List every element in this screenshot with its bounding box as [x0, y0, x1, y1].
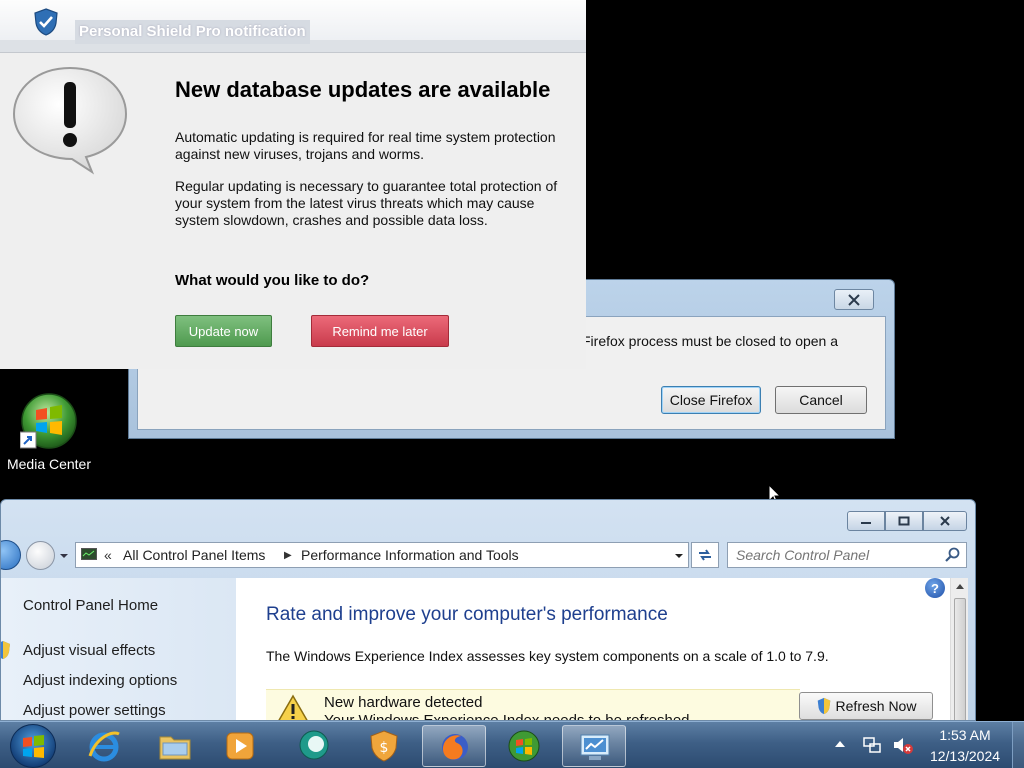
- breadcrumb-item[interactable]: All Control Panel Items: [123, 547, 265, 563]
- minimize-icon: [861, 522, 871, 524]
- chevron-down-icon[interactable]: [59, 552, 69, 560]
- taskbar-item-control-panel[interactable]: [562, 725, 626, 767]
- exclamation-bubble-icon: [12, 66, 128, 175]
- taskbar-item-media-player[interactable]: [208, 725, 272, 767]
- help-icon[interactable]: ?: [925, 578, 945, 598]
- breadcrumb-overflow[interactable]: «: [104, 547, 112, 563]
- show-desktop-button[interactable]: [1012, 722, 1024, 768]
- windows-logo-icon: [508, 730, 540, 762]
- shield-icon: $: [370, 730, 398, 762]
- windows-logo-icon: [23, 735, 44, 758]
- refresh-button[interactable]: [691, 542, 719, 568]
- internet-explorer-icon: [88, 731, 120, 762]
- forward-button[interactable]: [26, 541, 55, 570]
- taskbar: $ 1:53 AM 12/13/2024: [0, 721, 1024, 768]
- chat-bubble-icon: [299, 730, 329, 760]
- breadcrumb-item[interactable]: Performance Information and Tools: [301, 547, 519, 563]
- warning-icon: [278, 694, 308, 720]
- close-icon: [940, 516, 950, 526]
- content-pane: ? Rate and improve your computer's perfo…: [236, 578, 968, 721]
- uac-shield-icon: [1, 641, 10, 659]
- uac-shield-icon: [817, 697, 830, 715]
- popup-heading: New database updates are available: [175, 77, 551, 102]
- taskbar-item-file-explorer[interactable]: [143, 725, 207, 767]
- sidebar-item-control-panel-home[interactable]: Control Panel Home: [23, 597, 158, 614]
- taskbar-item-internet-explorer[interactable]: [72, 725, 136, 767]
- refresh-now-label: Refresh Now: [835, 698, 917, 714]
- page-description: The Windows Experience Index assesses ke…: [266, 648, 829, 664]
- search-icon[interactable]: [945, 547, 961, 563]
- popup-title: Personal Shield Pro notification: [75, 20, 310, 44]
- restore-icon: [898, 516, 910, 526]
- search-box[interactable]: [727, 542, 967, 568]
- sidebar-item-adjust-power-settings[interactable]: Adjust power settings: [23, 702, 166, 719]
- remind-me-later-button[interactable]: Remind me later: [311, 315, 449, 347]
- update-now-button[interactable]: Update now: [175, 315, 272, 347]
- notice-title: New hardware detected: [324, 694, 483, 711]
- firefox-icon: [442, 734, 468, 760]
- window-close-button[interactable]: [923, 511, 967, 531]
- show-hidden-icons-icon[interactable]: [834, 739, 846, 749]
- file-explorer-icon: [159, 736, 191, 760]
- minimize-button[interactable]: [847, 511, 885, 531]
- notice-subtitle: Your Windows Experience Index needs to b…: [324, 712, 690, 721]
- desktop-icon-media-center[interactable]: Media Center: [0, 390, 98, 476]
- performance-monitor-icon: [580, 734, 610, 760]
- close-firefox-button[interactable]: Close Firefox: [661, 386, 761, 414]
- hardware-notice: New hardware detected Your Windows Exper…: [266, 689, 800, 721]
- popup-paragraph: Regular updating is necessary to guarant…: [175, 178, 558, 228]
- taskbar-item-chat[interactable]: [282, 725, 346, 767]
- svg-text:$: $: [380, 740, 389, 756]
- desktop-icon-label: Media Center: [6, 456, 92, 472]
- chevron-down-icon[interactable]: [674, 552, 684, 560]
- start-button[interactable]: [10, 724, 56, 768]
- av-notification-popup: Personal Shield Pro notification New dat…: [0, 0, 586, 369]
- cancel-button[interactable]: Cancel: [775, 386, 867, 414]
- network-icon[interactable]: [862, 735, 882, 755]
- close-icon: [848, 293, 860, 306]
- page-title: Rate and improve your computer's perform…: [266, 604, 668, 625]
- back-button[interactable]: [1, 540, 21, 570]
- popup-question: What would you like to do?: [175, 272, 370, 289]
- taskbar-item-security[interactable]: $: [352, 725, 416, 767]
- scroll-up-icon[interactable]: [956, 583, 964, 589]
- breadcrumb-separator-icon[interactable]: ▶: [284, 550, 292, 561]
- dialog-message: Firefox process must be closed to open a: [582, 333, 839, 349]
- sidebar: Control Panel Home Adjust visual effects…: [1, 578, 236, 720]
- search-input[interactable]: [728, 543, 938, 567]
- control-panel-window: « All Control Panel Items ▶ Performance …: [0, 499, 976, 721]
- popup-titlebar: Personal Shield Pro notification: [0, 0, 586, 53]
- windows-media-center-icon: [20, 393, 77, 449]
- taskbar-item-media-center[interactable]: [492, 725, 556, 767]
- popup-paragraph: Automatic updating is required for real …: [175, 129, 556, 162]
- clock-date[interactable]: 12/13/2024: [922, 748, 1008, 764]
- refresh-icon: [699, 549, 711, 561]
- media-player-icon: [226, 732, 254, 760]
- refresh-now-button[interactable]: Refresh Now: [799, 692, 933, 720]
- clock-time[interactable]: 1:53 AM: [930, 727, 1000, 743]
- dialog-close-button[interactable]: [834, 289, 874, 310]
- address-bar[interactable]: « All Control Panel Items ▶ Performance …: [75, 542, 689, 568]
- sidebar-item-adjust-visual-effects[interactable]: Adjust visual effects: [23, 642, 155, 659]
- restore-button[interactable]: [885, 511, 923, 531]
- sidebar-item-adjust-indexing-options[interactable]: Adjust indexing options: [23, 672, 177, 689]
- volume-muted-icon[interactable]: [892, 735, 914, 755]
- taskbar-item-firefox[interactable]: [422, 725, 486, 767]
- shield-icon: [34, 8, 58, 36]
- vertical-scrollbar[interactable]: [950, 578, 968, 720]
- scrollbar-thumb[interactable]: [954, 598, 966, 720]
- control-panel-icon: [81, 548, 97, 560]
- desktop: Firefox process must be closed to open a…: [0, 0, 1024, 768]
